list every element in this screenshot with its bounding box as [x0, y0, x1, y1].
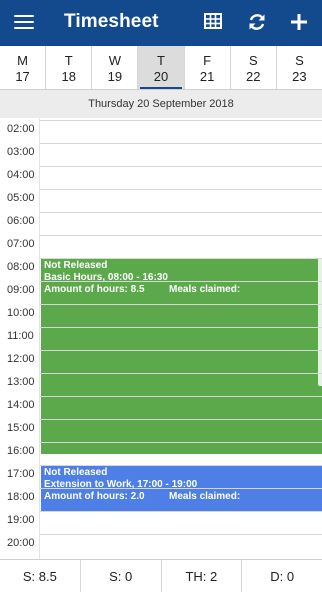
hour-label: 13:00 — [7, 376, 35, 388]
total-th: TH: 2 — [162, 560, 243, 592]
totals-bar: S: 8.5 S: 0 TH: 2 D: 0 — [0, 559, 322, 592]
scroll-handle[interactable] — [318, 258, 322, 386]
hour-label: 03:00 — [7, 146, 35, 158]
entry-status: Not Released — [44, 467, 108, 478]
hour-label: 05:00 — [7, 192, 35, 204]
day-date: 19 — [107, 69, 123, 84]
hour-line — [40, 281, 322, 282]
hour-line — [40, 304, 322, 305]
hour-label: 11:00 — [7, 330, 34, 342]
hour-line — [40, 120, 322, 121]
hour-line — [40, 258, 322, 259]
day-date: 22 — [246, 69, 261, 84]
entry-hours: Amount of hours: 8.5 — [44, 284, 145, 295]
hour-label: 07:00 — [7, 238, 35, 250]
hour-label: 18:00 — [7, 491, 35, 503]
total-d: D: 0 — [270, 569, 295, 584]
hour-label: 02:00 — [7, 123, 35, 135]
hour-line — [40, 442, 322, 443]
hour-line — [40, 419, 322, 420]
hour-label: 10:00 — [7, 307, 35, 319]
day-date: 20 — [153, 69, 169, 84]
day-tab-sat[interactable]: S 22 — [231, 46, 277, 89]
hour-label: 06:00 — [7, 215, 35, 227]
hour-label: 04:00 — [7, 169, 35, 181]
day-weekday: T — [157, 53, 165, 68]
day-weekday: M — [17, 53, 28, 68]
day-timeline[interactable]: Not Released Basic Hours, 08:00 - 16:30 … — [0, 118, 322, 559]
hour-line — [40, 396, 322, 397]
hour-line — [40, 212, 322, 213]
timesheet-entry[interactable]: Not Released Basic Hours, 08:00 - 16:30 … — [41, 258, 322, 454]
hour-label: 15:00 — [7, 422, 35, 434]
hour-line — [40, 373, 322, 374]
day-tab-sun[interactable]: S 23 — [277, 46, 322, 89]
time-column-divider — [39, 118, 40, 559]
day-date: 18 — [61, 69, 76, 84]
day-weekday: W — [108, 53, 121, 68]
hour-line — [40, 143, 322, 144]
entry-meals: Meals claimed: — [169, 284, 241, 295]
page-title: Timesheet — [64, 11, 159, 32]
day-tab-thu[interactable]: T 20 — [138, 46, 185, 89]
hour-line — [40, 488, 322, 489]
day-date: 17 — [15, 69, 30, 84]
day-tab-wed[interactable]: W 19 — [92, 46, 139, 89]
day-tab-fri[interactable]: F 21 — [185, 46, 231, 89]
menu-icon[interactable] — [14, 13, 36, 31]
hour-line — [40, 534, 322, 535]
hour-label: 14:00 — [7, 399, 35, 411]
hour-line — [40, 166, 322, 167]
add-icon[interactable] — [289, 12, 311, 34]
day-weekday: S — [295, 53, 304, 68]
entry-description: Basic Hours, 08:00 - 16:30 — [44, 272, 168, 283]
hour-label: 17:00 — [7, 468, 35, 480]
table-grid-icon[interactable] — [204, 12, 226, 34]
hour-label: 09:00 — [7, 284, 35, 296]
total-standard: S: 8.5 — [0, 560, 81, 592]
hour-line — [40, 511, 322, 512]
hour-label: 16:00 — [7, 445, 35, 457]
day-date: 23 — [292, 69, 307, 84]
day-weekday: F — [203, 53, 212, 68]
hour-line — [40, 327, 322, 328]
day-weekday: T — [64, 53, 73, 68]
day-date: 21 — [199, 69, 215, 84]
hour-line — [40, 465, 322, 466]
hour-label: 19:00 — [7, 514, 35, 526]
hour-line — [40, 235, 322, 236]
entry-description: Extension to Work, 17:00 - 19:00 — [44, 479, 198, 490]
hour-line — [40, 189, 322, 190]
hour-label: 12:00 — [7, 353, 35, 365]
day-tab-tue[interactable]: T 18 — [46, 46, 93, 89]
selected-date-bar: Thursday 20 September 2018 — [0, 90, 322, 118]
app-bar: Timesheet — [0, 0, 322, 46]
total-s: S: 0 — [81, 560, 162, 592]
entry-meals: Meals claimed: — [169, 491, 241, 502]
hour-line — [40, 350, 322, 351]
day-tab-mon[interactable]: M 17 — [0, 46, 47, 89]
entry-hours: Amount of hours: 2.0 — [44, 491, 145, 502]
hour-label: 08:00 — [7, 261, 35, 273]
refresh-icon[interactable] — [247, 12, 269, 34]
entry-status: Not Released — [44, 260, 108, 271]
hour-label: 20:00 — [7, 537, 35, 549]
week-day-strip: M 17 T 18 W 19 T 20 F 21 S 22 S 23 — [0, 46, 322, 90]
day-weekday: S — [248, 53, 258, 68]
